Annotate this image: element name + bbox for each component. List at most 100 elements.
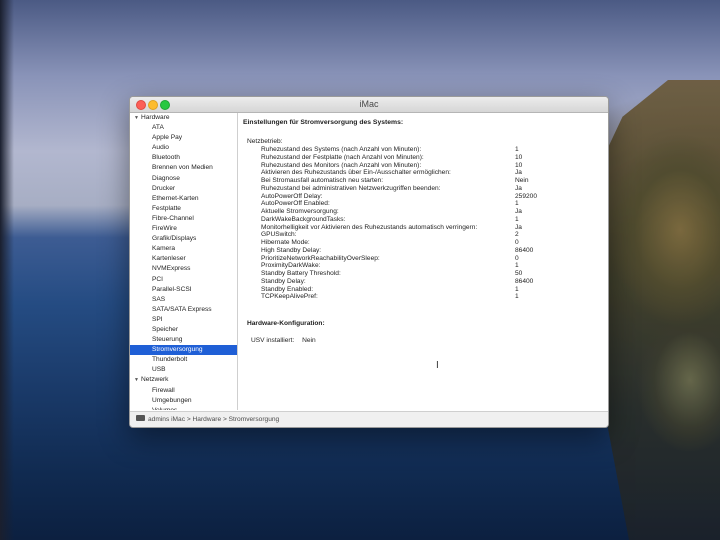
setting-key: High Standby Delay: (261, 246, 322, 254)
setting-key: Ruhezustand bei administrativen Netzwerk… (261, 184, 441, 192)
setting-row: Aktivieren des Ruhezustands über Ein-/Au… (247, 169, 607, 177)
setting-key: AutoPowerOff Delay: (261, 192, 323, 200)
system-information-window: iMac ▼ Hardware ATA Apple Pay Audio Bluetooth… (129, 96, 609, 428)
setting-key: Ruhezustand der Festplatte (nach Anzahl … (261, 153, 424, 161)
sidebar-item[interactable]: Drucker (130, 184, 237, 194)
setting-row: High Standby Delay: 86400 (247, 247, 607, 255)
setting-row: Aktuelle Stromversorgung: Ja (247, 208, 607, 216)
sidebar[interactable]: ▼ Hardware ATA Apple Pay Audio Bluetooth Brenn… (130, 113, 238, 410)
setting-row: Ruhezustand der Festplatte (nach Anzahl … (247, 154, 607, 162)
sidebar-item[interactable]: Volumes (130, 406, 237, 410)
setting-key: Standby Enabled: (261, 285, 314, 293)
sidebar-item[interactable]: SATA/SATA Express (130, 305, 237, 315)
setting-row: TCPKeepAlivePref: 1 (247, 293, 607, 301)
sidebar-item[interactable]: Parallel-SCSI (130, 285, 237, 295)
sidebar-group-label: Netzwerk (141, 376, 169, 384)
setting-key: Ruhezustand des Systems (nach Anzahl von… (261, 146, 422, 153)
disclosure-triangle-icon[interactable]: ▼ (134, 375, 141, 385)
sidebar-item[interactable]: PCI (130, 275, 237, 285)
sidebar-item[interactable]: Festplatte (130, 204, 237, 214)
setting-row: Monitorhelligkeit vor Aktivieren des Ruh… (247, 224, 607, 232)
sidebar-item[interactable]: Brennen von Medien (130, 163, 237, 173)
setting-row: PrioritizeNetworkReachabilityOverSleep: 0 (247, 255, 607, 263)
setting-value: 1 (515, 293, 519, 301)
setting-value: 50 (515, 270, 523, 277)
setting-value: 2 (515, 231, 519, 239)
setting-row: ProximityDarkWake: 1 (247, 262, 607, 270)
usv-label: USV installiert: (251, 337, 295, 344)
setting-row: AutoPowerOff Enabled: 1 (247, 200, 607, 208)
sidebar-group-netzwerk[interactable]: ▼ Netzwerk (130, 375, 237, 385)
sidebar-item[interactable]: Umgebungen (130, 396, 237, 406)
sidebar-item[interactable]: Bluetooth (130, 153, 237, 163)
setting-value: 86400 (515, 277, 534, 285)
sidebar-item[interactable]: Diagnose (130, 174, 237, 184)
setting-row: GPUSwitch: 2 (247, 231, 607, 239)
setting-key: Ruhezustand des Monitors (nach Anzahl vo… (261, 161, 422, 169)
window-title: iMac (359, 99, 379, 109)
setting-value: 0 (515, 254, 519, 262)
disclosure-triangle-icon[interactable]: ▼ (134, 113, 141, 123)
setting-value: Ja (515, 223, 522, 231)
setting-value: 10 (515, 153, 523, 161)
setting-key: ProximityDarkWake: (261, 262, 321, 270)
setting-row: Standby Battery Threshold: 50 (247, 270, 607, 278)
setting-value: Ja (515, 184, 522, 192)
setting-value: 1 (515, 262, 519, 270)
sidebar-item[interactable]: ATA (130, 123, 237, 133)
sidebar-item[interactable]: Apple Pay (130, 133, 237, 143)
sidebar-item[interactable]: Ethernet-Karten (130, 194, 237, 204)
setting-key: PrioritizeNetworkReachabilityOverSleep: (261, 254, 380, 262)
setting-key: Bei Stromausfall automatisch neu starten… (261, 177, 384, 184)
sidebar-item[interactable]: Thunderbolt (130, 355, 237, 365)
sidebar-item[interactable]: Steuerung (130, 335, 237, 345)
sidebar-list[interactable]: ▼ Hardware ATA Apple Pay Audio Bluetooth Brenn… (130, 113, 237, 410)
setting-value: 1 (515, 200, 519, 208)
setting-row: Ruhezustand des Systems (nach Anzahl von… (247, 146, 607, 154)
setting-key: Standby Battery Threshold: (261, 270, 341, 277)
setting-value: 1 (515, 215, 519, 223)
sidebar-item[interactable]: NVMExpress (130, 264, 237, 274)
sidebar-item[interactable]: SPI (130, 315, 237, 325)
wallpaper-cliff (590, 80, 720, 540)
usv-row: USV installiert: Nein (251, 337, 316, 344)
sidebar-item[interactable]: Kamera (130, 244, 237, 254)
sidebar-group-hardware[interactable]: ▼ Hardware (130, 113, 237, 123)
setting-key: Aktuelle Stromversorgung: (261, 208, 339, 215)
sidebar-item[interactable]: SAS (130, 295, 237, 305)
sidebar-item[interactable]: Speicher (130, 325, 237, 335)
detail-pane[interactable]: Einstellungen für Stromversorgung des Sy… (238, 113, 608, 410)
setting-value: Ja (515, 208, 522, 215)
title-bar[interactable]: iMac (130, 97, 608, 113)
setting-row: DarkWakeBackgroundTasks: 1 (247, 216, 607, 224)
screen-bezel (0, 0, 14, 540)
setting-key: Standby Delay: (261, 277, 306, 285)
setting-key: Monitorhelligkeit vor Aktivieren des Ruh… (261, 223, 478, 231)
usv-value: Nein (302, 337, 316, 344)
setting-value: 0 (515, 239, 519, 246)
setting-key: GPUSwitch: (261, 231, 297, 239)
setting-row: Ruhezustand des Monitors (nach Anzahl vo… (247, 162, 607, 170)
setting-value: Nein (515, 177, 529, 184)
hardware-config-title: Hardware-Konfiguration: (247, 320, 325, 327)
sidebar-item[interactable]: Firewall (130, 386, 237, 396)
setting-key: DarkWakeBackgroundTasks: (261, 215, 346, 223)
computer-icon (136, 415, 145, 422)
sidebar-item[interactable]: Audio (130, 143, 237, 153)
sidebar-item[interactable]: Fibre-Channel (130, 214, 237, 224)
text-cursor-icon: I (436, 360, 439, 371)
sidebar-item[interactable]: Grafik/Displays (130, 234, 237, 244)
sidebar-item[interactable]: FireWire (130, 224, 237, 234)
setting-row: Ruhezustand bei administrativen Netzwerk… (247, 185, 607, 193)
sidebar-item[interactable]: USB (130, 365, 237, 375)
sidebar-item[interactable]: Stromversorgung (130, 345, 237, 356)
setting-row: Standby Enabled: 1 (247, 286, 607, 294)
path-bar: admins iMac > Hardware > Stromversorgung (130, 411, 608, 427)
sidebar-item[interactable]: Kartenleser (130, 254, 237, 264)
setting-value: 86400 (515, 246, 534, 254)
section-title: Netzbetrieb: (247, 138, 283, 145)
path-text: admins iMac > Hardware > Stromversorgung (148, 416, 280, 423)
setting-value: 10 (515, 161, 523, 169)
setting-value: 1 (515, 146, 519, 153)
setting-key: AutoPowerOff Enabled: (261, 200, 330, 208)
